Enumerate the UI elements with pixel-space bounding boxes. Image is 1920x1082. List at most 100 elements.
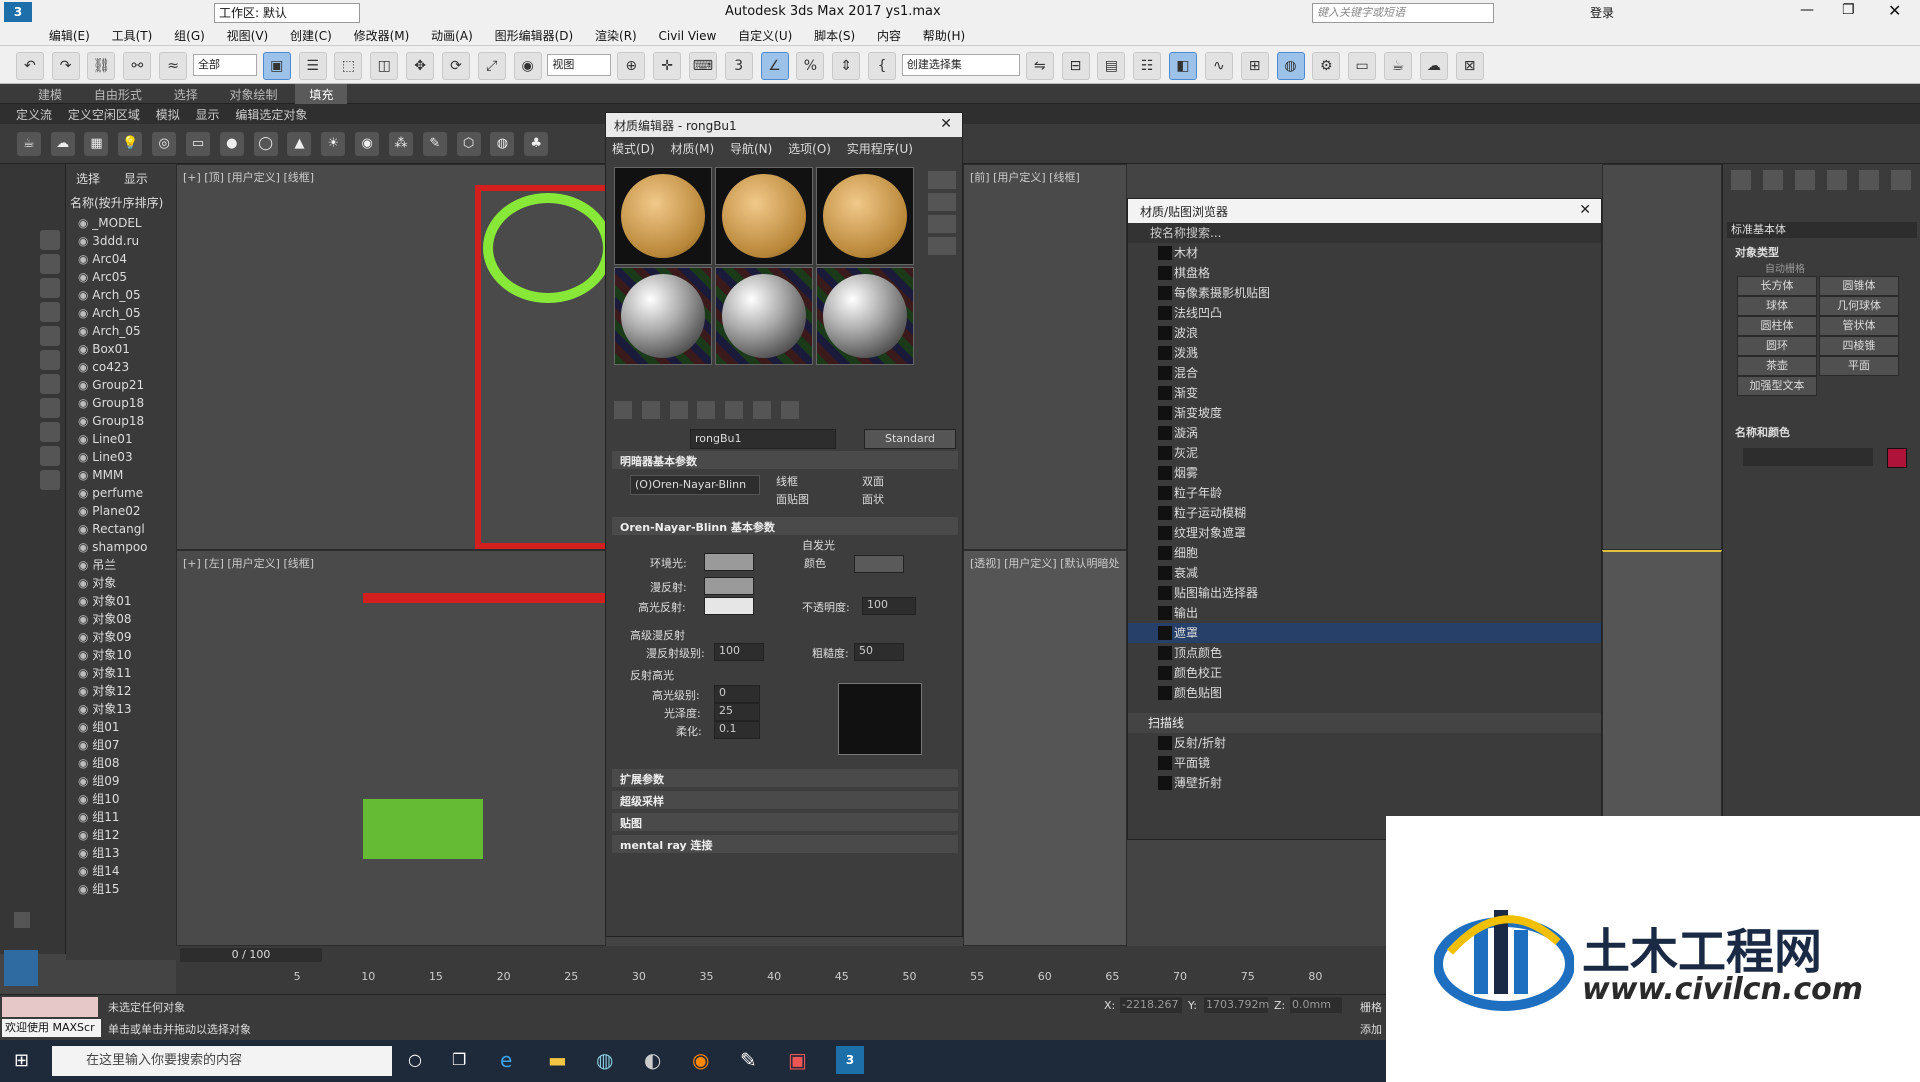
menu-item[interactable]: 模式(D): [606, 137, 661, 160]
undo-icon[interactable]: ↶: [15, 52, 44, 80]
put-material-icon[interactable]: [641, 401, 660, 419]
render-production-icon[interactable]: ☕: [1383, 52, 1412, 80]
visibility-eye-icon[interactable]: ◉: [78, 306, 92, 320]
viewport-label[interactable]: [透视] [用户定义] [默认明暗处: [970, 555, 1119, 571]
select-by-name-icon[interactable]: ☰: [298, 52, 327, 80]
named-selection-dropdown[interactable]: 创建选择集: [901, 54, 1020, 76]
selection-filter-dropdown[interactable]: 全部: [192, 54, 257, 76]
visibility-eye-icon[interactable]: ◉: [78, 396, 92, 410]
scene-object-row[interactable]: ◉ 组07: [66, 736, 176, 754]
visibility-eye-icon[interactable]: ◉: [78, 486, 92, 500]
sample-type-icon[interactable]: [928, 171, 956, 189]
self-illum-color-checkbox[interactable]: 颜色: [804, 555, 826, 571]
scene-object-row[interactable]: ◉ MMM: [66, 466, 176, 484]
scene-object-row[interactable]: ◉ Arch_05: [66, 322, 176, 340]
map-list-item[interactable]: 顶点颜色: [1128, 643, 1601, 663]
autogrid-checkbox[interactable]: 自动栅格: [1765, 260, 1805, 275]
browser-group-scanline[interactable]: 扫描线: [1128, 713, 1601, 733]
primitive-button[interactable]: 管状体: [1819, 316, 1899, 336]
get-material-icon[interactable]: [614, 401, 632, 419]
render-setup-icon[interactable]: ⚙: [1312, 52, 1341, 80]
scene-object-row[interactable]: ◉ Arc05: [66, 268, 176, 286]
browser-search-input[interactable]: 按名称搜索...: [1128, 223, 1601, 243]
scene-object-row[interactable]: ◉ 吊兰: [66, 556, 176, 574]
scene-object-row[interactable]: ◉ 对象09: [66, 628, 176, 646]
sphere-icon[interactable]: ●: [219, 132, 244, 156]
tab-display[interactable]: 显示: [114, 164, 158, 193]
scene-object-row[interactable]: ◉ 组11: [66, 808, 176, 826]
maximize-button[interactable]: ❐: [1842, 2, 1855, 18]
scene-object-row[interactable]: ◉ _MODEL: [66, 214, 176, 232]
primitive-button[interactable]: 加强型文本: [1737, 376, 1817, 396]
display-bones-icon[interactable]: [40, 422, 60, 442]
visibility-eye-icon[interactable]: ◉: [78, 684, 92, 698]
paint-icon[interactable]: ✎: [422, 132, 447, 156]
menu-item[interactable]: 材质(M): [664, 137, 720, 160]
visibility-eye-icon[interactable]: ◉: [78, 324, 92, 338]
visibility-eye-icon[interactable]: ◉: [78, 720, 92, 734]
maxscript-listener[interactable]: [2, 997, 98, 1017]
map-list-item[interactable]: 衰减: [1128, 563, 1601, 583]
soften-spinner[interactable]: 0.1: [714, 721, 760, 739]
primitive-button[interactable]: 圆柱体: [1737, 316, 1817, 336]
display-geometry-icon[interactable]: [40, 230, 60, 250]
viewport-left[interactable]: [+] [左] [用户定义] [线框]: [176, 550, 607, 946]
taskbar-search-input[interactable]: 在这里输入你要搜索的内容: [52, 1046, 392, 1076]
menu-item[interactable]: 导航(N): [724, 137, 778, 160]
map-list-item[interactable]: 粒子运动模糊: [1128, 503, 1601, 523]
visibility-eye-icon[interactable]: ◉: [78, 378, 92, 392]
ribbon-tab[interactable]: 建模: [24, 84, 76, 105]
play-icon[interactable]: [14, 912, 30, 928]
map-list-item[interactable]: 贴图输出选择器: [1128, 583, 1601, 603]
y-coordinate-field[interactable]: 1703.792m: [1204, 997, 1269, 1013]
display-cameras-icon[interactable]: [40, 302, 60, 322]
viewport-layout-icon[interactable]: [4, 950, 38, 986]
keyboard-shortcut-icon[interactable]: ⌨: [688, 52, 717, 80]
glossiness-spinner[interactable]: 25: [714, 703, 760, 721]
visibility-eye-icon[interactable]: ◉: [78, 792, 92, 806]
subribbon-item[interactable]: 定义流: [10, 104, 58, 125]
visibility-eye-icon[interactable]: ◉: [78, 648, 92, 662]
map-list-item[interactable]: 纹理对象遮罩: [1128, 523, 1601, 543]
column-header[interactable]: 名称(按升序排序): [66, 192, 176, 214]
visibility-eye-icon[interactable]: ◉: [78, 810, 92, 824]
sample-slot[interactable]: [816, 167, 914, 265]
windows-start-icon[interactable]: ⊞: [14, 1050, 29, 1071]
torus-icon[interactable]: ◯: [253, 132, 278, 156]
visibility-eye-icon[interactable]: ◉: [78, 432, 92, 446]
scene-object-row[interactable]: ◉ 组09: [66, 772, 176, 790]
visibility-eye-icon[interactable]: ◉: [78, 612, 92, 626]
timeline-ruler[interactable]: 5 10 15 20 25 30 35 40 45 50 55 60 65 70 75 80: [226, 970, 1376, 990]
display-tab-icon[interactable]: [1859, 170, 1879, 190]
map-list-item[interactable]: 遮罩: [1128, 623, 1601, 643]
uv-tiling-icon[interactable]: [928, 237, 956, 255]
percent-snap-icon[interactable]: %: [796, 52, 825, 80]
display-spacewarps-icon[interactable]: [40, 350, 60, 370]
viewport-top[interactable]: [+] [顶] [用户定义] [线框]: [176, 164, 617, 550]
rollout-mental-ray[interactable]: mental ray 连接: [612, 835, 958, 853]
map-list-item[interactable]: 漩涡: [1128, 423, 1601, 443]
visibility-eye-icon[interactable]: ◉: [78, 234, 92, 248]
orb-icon[interactable]: ◉: [355, 132, 380, 156]
material-editor-icon[interactable]: ◍: [1276, 52, 1305, 80]
viewport-front-right[interactable]: [1602, 164, 1722, 550]
rollout-shader-basic[interactable]: 明暗器基本参数: [612, 451, 958, 469]
tab-select[interactable]: 选择: [66, 164, 110, 193]
geo-icon[interactable]: ⬡: [456, 132, 481, 156]
scene-object-row[interactable]: ◉ 组01: [66, 718, 176, 736]
opacity-spinner[interactable]: 100: [862, 597, 916, 615]
viewport-perspective[interactable]: [透视] [用户定义] [默认明暗处: [963, 550, 1127, 946]
mirror-icon[interactable]: ⇋: [1025, 52, 1054, 80]
app-icon[interactable]: ▣: [788, 1048, 807, 1072]
task-view-icon[interactable]: ❐: [452, 1050, 466, 1069]
scene-object-row[interactable]: ◉ Group18: [66, 412, 176, 430]
time-slider[interactable]: 0 / 100: [180, 948, 322, 962]
redo-icon[interactable]: ↷: [51, 52, 80, 80]
visibility-eye-icon[interactable]: ◉: [78, 414, 92, 428]
firefox-icon[interactable]: ◉: [692, 1048, 709, 1072]
scene-object-row[interactable]: ◉ 组12: [66, 826, 176, 844]
visibility-eye-icon[interactable]: ◉: [78, 594, 92, 608]
utilities-tab-icon[interactable]: [1891, 170, 1911, 190]
visibility-eye-icon[interactable]: ◉: [78, 252, 92, 266]
sample-slot[interactable]: [715, 267, 813, 365]
